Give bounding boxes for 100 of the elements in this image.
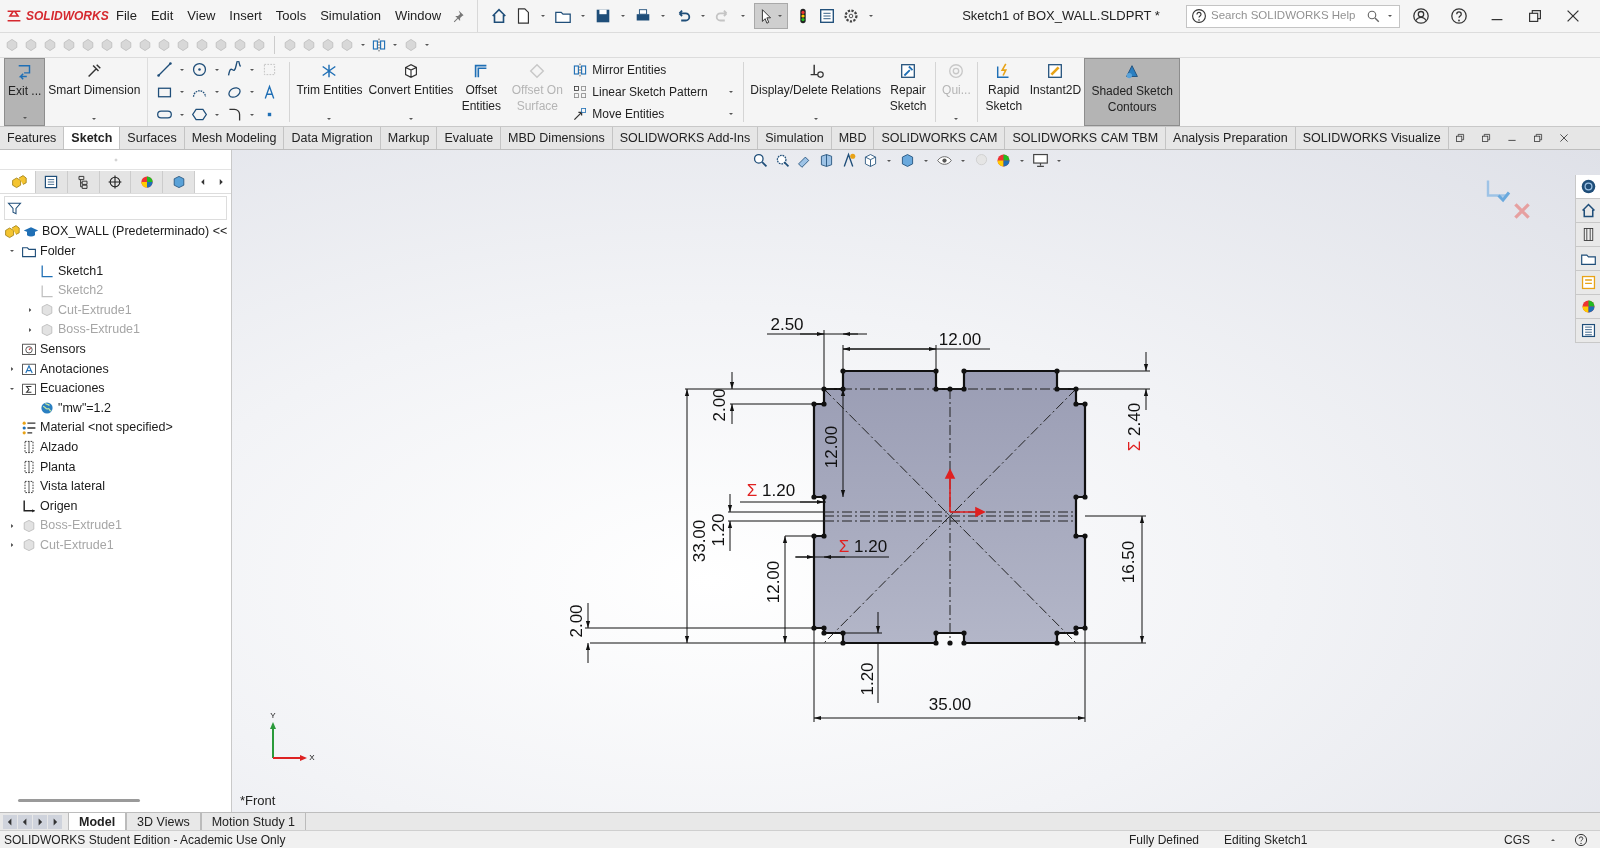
dimension-value[interactable]: 35.00 [928,695,972,715]
select-button[interactable] [754,3,789,29]
feature-tree-icon [11,173,28,190]
tab[interactable]: Model [68,813,127,830]
tree-item[interactable]: BOX_WALL (Predeterminado) << [42,222,228,242]
tree-item[interactable]: Ecuaciones [40,379,105,398]
panel-tab[interactable] [99,170,132,193]
tab[interactable]: Motion Study 1 [200,813,307,830]
menu-item[interactable]: Edit [144,4,180,28]
section-view-icon[interactable] [818,152,835,169]
expand-triangle-icon[interactable] [8,364,16,373]
tool-button[interactable]: Smart Dimension [45,58,144,126]
tool-button[interactable]: Mirror Entities [572,60,737,80]
zoom-to-fit-icon[interactable] [752,152,769,169]
display-style-icon[interactable] [899,152,916,169]
dimension-value[interactable]: Σ 1.20 [838,537,888,557]
tree-item[interactable]: Anotaciones [40,359,109,379]
circle-icon[interactable] [191,61,209,78]
dimension-value[interactable]: 1.20 [709,513,729,547]
document-tile-icon[interactable] [1480,132,1492,144]
view-palette-icon [1579,274,1597,291]
menu-item[interactable]: View [181,4,222,28]
tool-button[interactable]: Linear Sketch Pattern [572,82,737,102]
tree-item[interactable]: Planta [40,457,76,477]
menu-item[interactable]: Window [388,4,448,28]
tool-button[interactable]: Exit ... [4,58,46,126]
expand-triangle-icon[interactable] [26,306,34,315]
document-close-icon[interactable] [1558,132,1570,144]
account-icon[interactable] [1412,7,1430,25]
dimension-value[interactable]: 12.00 [822,425,842,469]
origin-icon [21,498,37,515]
tab[interactable]: Sketch [64,127,121,149]
panel-tab[interactable] [131,170,164,193]
cut-feature-icon [21,537,37,554]
tool-button[interactable]: Shaded Sketch Contours [1084,58,1181,126]
tool-button[interactable]: Offset Entities [456,58,507,126]
dimension-value[interactable]: 2.00 [567,604,587,638]
dimension-value[interactable]: 2.00 [710,388,730,422]
tree-item[interactable]: Sketch1 [58,261,104,281]
task-pane-tab[interactable] [1576,175,1600,199]
tree-item[interactable]: Alzado [40,437,79,457]
tool-button[interactable]: Display/Delete Relations [747,58,885,126]
dimension-value[interactable]: 2.50 [770,315,804,335]
tree-item[interactable]: Material <not specified> [40,418,173,438]
view-orientation-icon[interactable] [862,152,879,169]
appearance-icon[interactable] [995,152,1012,169]
search-field[interactable]: Search SOLIDWORKS Help [1186,4,1400,28]
tool-button[interactable]: Instant2D [1026,58,1085,126]
tree-item[interactable]: Sensors [40,340,86,359]
document-float-icon[interactable] [1454,132,1466,144]
axis-label: Y [270,711,276,721]
tree-item[interactable]: Origen [40,496,78,516]
expand-triangle-icon[interactable] [8,541,16,550]
line-icon[interactable] [156,61,174,78]
zoom-area-icon[interactable] [774,152,791,169]
file-properties-icon[interactable] [818,7,837,25]
tool-button[interactable]: Move Entities [572,104,737,124]
search-icon[interactable] [1366,8,1381,24]
panel-tab[interactable] [67,170,100,193]
pin-icon[interactable] [451,9,466,23]
spline-icon[interactable] [226,61,244,78]
units-selector[interactable]: CGS [1504,830,1544,848]
tree-item[interactable]: Vista lateral [40,477,106,496]
logo-icon [6,8,22,24]
filter-field[interactable] [4,196,227,220]
tool-button[interactable]: Trim Entities [293,58,366,126]
document-restore-icon[interactable] [1532,132,1544,144]
dimension-value[interactable]: Σ 1.20 [746,481,796,501]
dimension-value[interactable]: 12.00 [938,330,982,350]
restore-icon[interactable] [1526,7,1544,25]
construction-lines[interactable] [823,388,1077,644]
help-icon[interactable] [1450,7,1468,25]
tool-button[interactable]: Convert Entities [365,58,457,126]
dimension-value[interactable]: 33.00 [690,519,710,563]
dimension-value[interactable]: 1.20 [858,662,878,696]
dimension-value[interactable]: 16.50 [1119,540,1139,584]
view-settings-icon[interactable] [1032,152,1049,169]
home-icon[interactable] [490,7,509,25]
sketch-profile[interactable] [811,368,1088,646]
polygon-icon[interactable] [191,106,209,123]
scrollbar[interactable] [18,799,140,802]
tool-button[interactable]: Repair Sketch [884,58,933,126]
dimension-lines[interactable] [584,329,1151,723]
tool-button[interactable]: Rapid Sketch [980,58,1027,126]
tree-item[interactable]: Folder [40,242,76,261]
dimension-value[interactable]: 12.00 [764,560,784,604]
tab[interactable]: 3D Views [126,813,201,830]
sketch-icon [39,263,55,279]
expand-triangle-icon[interactable] [26,325,34,334]
menu-item[interactable]: Simulation [314,4,387,28]
tree-item[interactable]: "mw"=1.2 [58,398,111,418]
dimension-value[interactable]: Σ 2.40 [1125,402,1145,452]
menu-item[interactable]: Insert [223,4,268,28]
expand-triangle-icon[interactable] [8,521,16,530]
panel-tab[interactable] [35,170,68,193]
extrude-feature-icon [39,321,55,338]
menu-item[interactable]: Tools [269,4,313,28]
menu-item[interactable]: File [110,4,143,28]
plane-icon [21,458,37,475]
search-input[interactable]: Search SOLIDWORKS Help [1211,7,1362,25]
